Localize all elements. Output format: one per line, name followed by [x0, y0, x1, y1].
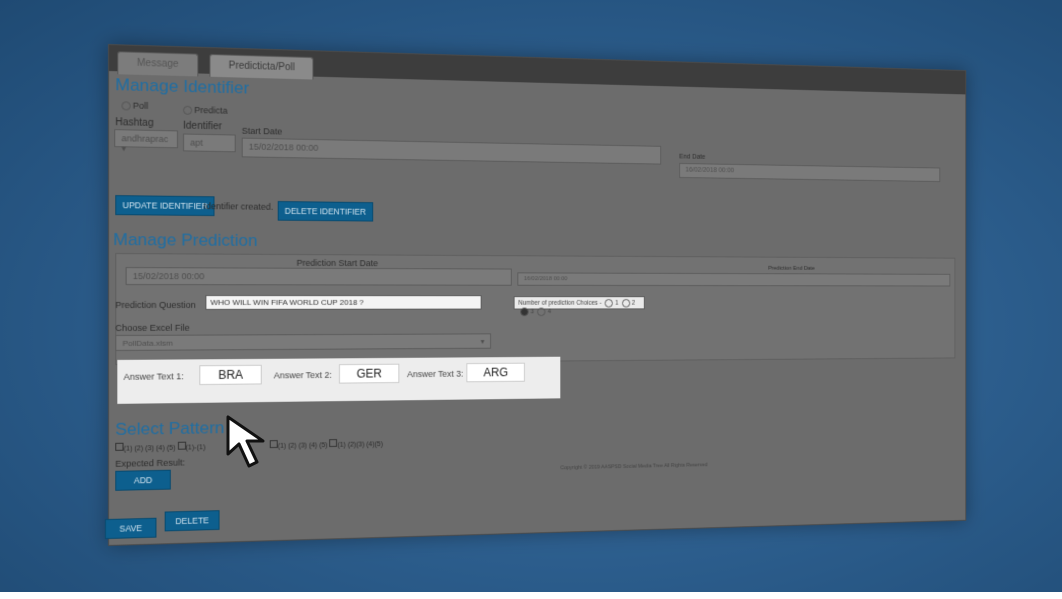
radio-predicta-label: Predicta — [194, 105, 228, 116]
end-date-label: End Date — [679, 153, 706, 161]
delete-button[interactable]: DELETE — [164, 510, 220, 532]
prediction-question-input[interactable]: WHO WILL WIN FIFA WORLD CUP 2018 ? — [205, 295, 482, 310]
choice-label-4: 4 — [547, 308, 552, 316]
start-date-input[interactable]: 15/02/2018 00:00 — [241, 137, 662, 165]
pattern-checkbox-1[interactable] — [115, 442, 124, 451]
pattern-checkbox-2[interactable] — [177, 441, 186, 450]
choice-label-1: 1 — [615, 300, 619, 307]
choice-radio-4[interactable] — [537, 307, 546, 317]
answer2-label: Answer Text 2: — [273, 370, 332, 381]
answer3-input[interactable]: ARG — [466, 362, 525, 383]
prediction-question-label: Prediction Question — [115, 299, 196, 310]
prediction-start-label: Prediction Start Date — [296, 257, 379, 269]
choose-excel-label: Choose Excel File — [115, 322, 190, 333]
identifier-label: Identifier — [183, 120, 222, 133]
tab-predicta-poll[interactable]: Predicticta/Poll — [209, 54, 314, 80]
radio-predicta-icon[interactable] — [183, 105, 193, 116]
prediction-end-label: Prediction End Date — [768, 265, 815, 272]
expected-result-label: Expected Result: — [115, 457, 186, 469]
prediction-start-input[interactable]: 15/02/2018 00:00 — [125, 267, 512, 286]
answer1-input[interactable]: BRA — [199, 364, 262, 386]
delete-identifier-button[interactable]: DELETE IDENTIFIER — [277, 201, 373, 222]
choice-radio-2[interactable] — [621, 299, 631, 308]
pattern-option-1: (1) (2) (3) (4) (5) — [123, 444, 176, 453]
stage: Message Predicticta/Poll Manage Identifi… — [0, 0, 1062, 599]
answer2-input[interactable]: GER — [338, 363, 400, 384]
hashtag-value: andhraprac — [121, 133, 169, 145]
pattern-option-4: (1) (2)(3) (4)(5) — [337, 441, 383, 449]
manage-identifier-title: Manage Identifier — [115, 75, 250, 98]
hashtag-label: Hashtag — [115, 117, 154, 129]
chevron-down-icon: ▾ — [480, 337, 485, 346]
end-date-input[interactable]: 16/02/2018 00:00 — [679, 163, 941, 182]
answer1-label: Answer Text 1: — [123, 371, 184, 382]
identifier-status-text: Identifier created. — [203, 201, 274, 212]
update-identifier-button[interactable]: UPDATE IDENTIFIER — [115, 195, 215, 217]
chevron-down-icon: ▾ — [121, 143, 127, 154]
excel-file-select[interactable]: PollData.xlsm ▾ — [115, 333, 492, 351]
radio-poll-icon[interactable] — [121, 101, 131, 111]
bottom-strip — [0, 592, 1062, 599]
add-button[interactable]: ADD — [115, 469, 171, 491]
excel-file-value: PollData.xlsm — [122, 338, 173, 348]
answer-texts-highlight: Answer Text 1: BRA Answer Text 2: GER An… — [117, 356, 561, 404]
copyright-text: Copyright © 2019 AASPSD Social Media Tre… — [560, 462, 708, 472]
identifier-input[interactable]: apt — [183, 133, 236, 153]
choice-label-3: 3 — [530, 308, 534, 316]
choice-radio-3[interactable] — [520, 307, 529, 317]
choice-radio-1[interactable] — [605, 299, 614, 308]
radio-poll[interactable]: Poll — [119, 100, 148, 111]
tab-message[interactable]: Message — [117, 51, 198, 77]
answer3-label: Answer Text 3: — [407, 368, 464, 380]
pattern-option-2: (1)-(1) — [185, 444, 206, 452]
manage-prediction-title: Manage Prediction — [113, 230, 258, 250]
prediction-choices-label: Number of prediction Choices - — [518, 300, 602, 307]
save-button[interactable]: SAVE — [104, 517, 157, 540]
radio-predicta[interactable]: Predicta — [181, 105, 228, 116]
select-pattern-title: Select Pattern — [115, 418, 225, 439]
hashtag-select[interactable]: andhraprac ▾ — [114, 129, 178, 153]
choice-label-2: 2 — [631, 300, 636, 307]
prediction-end-input[interactable]: 16/02/2018 00:00 — [517, 272, 951, 287]
prediction-choices: Number of prediction Choices - 1 2 3 4 — [513, 296, 645, 317]
cursor-icon — [226, 415, 265, 468]
start-date-label: Start Date — [241, 125, 283, 137]
pattern-option-3: (1) (2) (3) (4) (5) — [277, 442, 328, 450]
radio-poll-label: Poll — [132, 100, 149, 111]
